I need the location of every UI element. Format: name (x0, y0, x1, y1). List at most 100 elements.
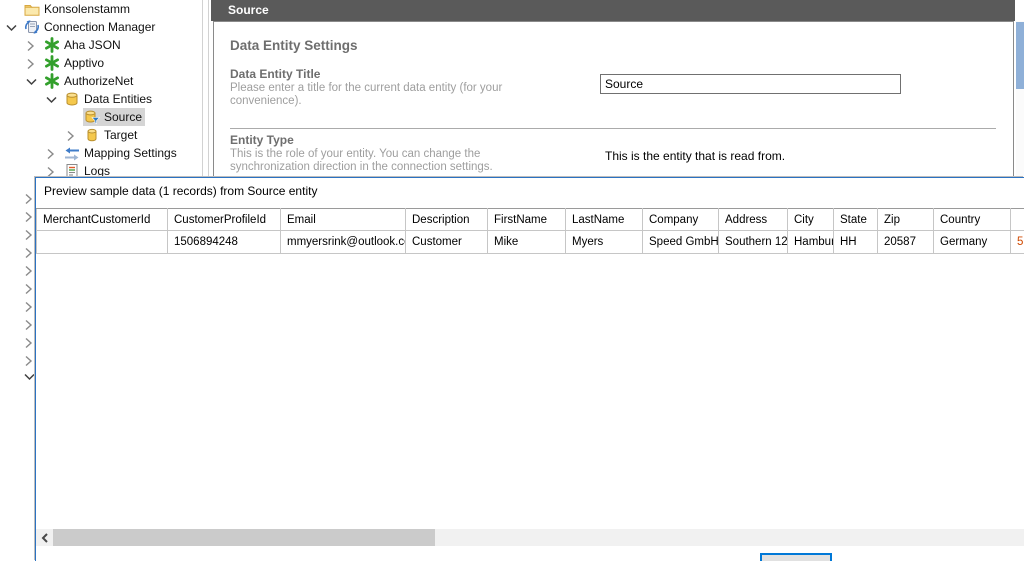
tree-item-content[interactable]: Target (83, 126, 140, 144)
tree-item-mapping-settings[interactable]: Mapping Settings (0, 144, 210, 162)
column-header-lastname[interactable]: LastName (565, 208, 643, 231)
column-header-description[interactable]: Description (405, 208, 488, 231)
chevron-left-icon (41, 532, 48, 543)
preview-action-button[interactable] (760, 553, 832, 561)
tree-item-label: Source (104, 110, 143, 124)
table-cell: Myers (565, 230, 643, 254)
tree-item-label: Konsolenstamm (44, 2, 131, 16)
tree-item-target[interactable]: Target (0, 126, 210, 144)
tree-item-content[interactable]: Apptivo (43, 54, 107, 72)
tree-item-content[interactable]: Data Entities (63, 90, 155, 108)
chevron-expanded-icon[interactable] (45, 93, 57, 105)
table-cell: Germany (933, 230, 1011, 254)
source-icon (84, 109, 101, 125)
table-cell: HH (833, 230, 878, 254)
column-header-country[interactable]: Country (933, 208, 1011, 231)
tree-item-label: Target (104, 128, 138, 142)
table-header-row: MerchantCustomerId CustomerProfileId Email… (36, 208, 1024, 231)
tree-item-content[interactable]: Konsolenstamm (23, 0, 133, 18)
scroll-left-button[interactable] (36, 529, 53, 546)
table-cell: 20587 (877, 230, 934, 254)
table-row[interactable]: 1506894248mmyersrink@outlook.comCustomer… (36, 230, 1024, 254)
chevron-collapsed-icon[interactable] (23, 246, 35, 259)
table-cell (36, 230, 168, 254)
target-icon (84, 127, 100, 143)
table-cell: Southern 12 (718, 230, 788, 254)
vertical-scrollbar-thumb[interactable] (1016, 22, 1024, 89)
column-header-merchantcustomerid[interactable]: MerchantCustomerId (36, 208, 168, 231)
tree-item-connection-manager[interactable]: Connection Manager (0, 18, 210, 36)
tree-item-content[interactable]: Mapping Settings (63, 144, 180, 162)
column-header-zip[interactable]: Zip (877, 208, 934, 231)
column-header-firstname[interactable]: FirstName (487, 208, 566, 231)
tree-item-content[interactable]: Aha JSON (43, 36, 124, 54)
column-header-email[interactable]: Email (280, 208, 406, 231)
column-header-address[interactable]: Address (718, 208, 788, 231)
table-cell: Customer (405, 230, 488, 254)
table-cell: 1506894248 (167, 230, 281, 254)
entity-type-value: This is the entity that is read from. (605, 149, 786, 163)
tree-item-content[interactable]: AuthorizeNet (43, 72, 136, 90)
table-cell: Mike (487, 230, 566, 254)
tree-item-source[interactable]: Source (0, 108, 210, 126)
column-header-city[interactable]: City (787, 208, 834, 231)
chevron-collapsed-icon[interactable] (23, 210, 35, 223)
chevron-collapsed-icon[interactable] (23, 282, 35, 295)
chevron-collapsed-icon[interactable] (23, 336, 35, 349)
table-cell: mmyersrink@outlook.com (280, 230, 406, 254)
mapping-icon (64, 145, 80, 161)
column-header-customerprofileid[interactable]: CustomerProfileId (167, 208, 281, 231)
chevron-collapsed-icon[interactable] (45, 147, 57, 160)
field-label-data-entity-title: Data Entity Title (230, 67, 321, 81)
field-desc-data-entity-title: Please enter a title for the current dat… (230, 82, 503, 107)
tree-item-apptivo[interactable]: Apptivo (0, 54, 210, 72)
connection-manager-icon (24, 19, 40, 35)
column-header-clipped[interactable] (1010, 208, 1024, 231)
tree-splitter[interactable] (202, 0, 203, 177)
chevron-collapsed-icon[interactable] (45, 165, 57, 178)
chevron-expanded-icon[interactable] (25, 75, 37, 87)
panel-title: Source (228, 3, 269, 17)
tree-item-data-entities[interactable]: Data Entities (0, 90, 210, 108)
horizontal-scrollbar-thumb[interactable] (53, 529, 435, 546)
chevron-expanded-icon[interactable] (23, 370, 35, 382)
tree-item-konsolenstamm[interactable]: Konsolenstamm (0, 0, 210, 18)
data-entity-title-input[interactable] (600, 74, 901, 94)
tree-item-aha-json[interactable]: Aha JSON (0, 36, 210, 54)
tree-item-label: Aha JSON (64, 38, 121, 52)
preview-title: Preview sample data (1 records) from Sou… (44, 184, 318, 198)
tree-item-label: Connection Manager (44, 20, 156, 34)
table-cell-clipped: 5 (1010, 230, 1024, 254)
field-desc-entity-type: This is the role of your entity. You can… (230, 148, 493, 173)
data-entities-icon (64, 91, 80, 107)
chevron-expanded-icon[interactable] (5, 21, 17, 33)
tree-item-authorizenet[interactable]: AuthorizeNet (0, 72, 210, 90)
tree-item-content[interactable]: Connection Manager (23, 18, 158, 36)
chevron-collapsed-icon[interactable] (23, 318, 35, 331)
connector-icon (44, 55, 60, 71)
chevron-collapsed-icon[interactable] (23, 300, 35, 313)
chevron-collapsed-icon[interactable] (25, 39, 37, 52)
tree-item-label: Mapping Settings (84, 146, 177, 160)
connector-icon (44, 73, 60, 89)
preview-table: MerchantCustomerId CustomerProfileId Email… (36, 208, 1024, 254)
field-label-entity-type: Entity Type (230, 133, 294, 147)
folder-icon (24, 1, 40, 17)
section-divider (230, 128, 996, 129)
panel-header: Source (211, 0, 1015, 21)
section-heading: Data Entity Settings (230, 38, 358, 53)
chevron-collapsed-icon[interactable] (23, 354, 35, 367)
tree-splitter-line (208, 0, 209, 177)
column-header-company[interactable]: Company (642, 208, 719, 231)
horizontal-scrollbar[interactable] (36, 529, 1024, 546)
table-cell: Hamburg (787, 230, 834, 254)
chevron-collapsed-icon[interactable] (23, 228, 35, 241)
chevron-collapsed-icon[interactable] (23, 192, 35, 205)
column-header-state[interactable]: State (833, 208, 878, 231)
vertical-scrollbar[interactable] (1016, 21, 1024, 177)
tree-item-content[interactable]: Source (83, 108, 146, 126)
chevron-collapsed-icon[interactable] (23, 264, 35, 277)
preview-panel: Preview sample data (1 records) from Sou… (35, 177, 1024, 561)
chevron-collapsed-icon[interactable] (25, 57, 37, 70)
chevron-collapsed-icon[interactable] (65, 129, 77, 142)
